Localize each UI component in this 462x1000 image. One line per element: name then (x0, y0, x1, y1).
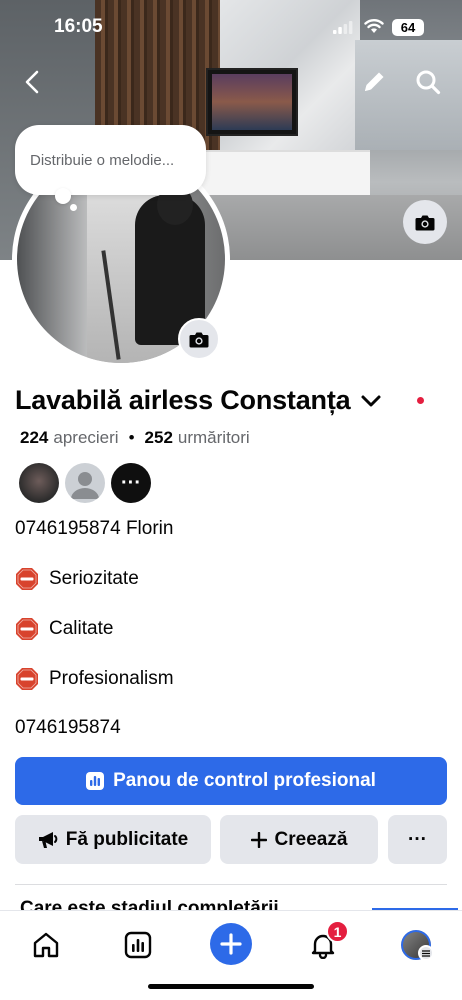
create-icon (220, 933, 242, 955)
note-bubble-tail-small (70, 204, 77, 211)
chevron-left-icon (25, 70, 39, 94)
follower-avatars[interactable]: ··· (19, 463, 151, 503)
back-button[interactable] (14, 62, 50, 102)
note-placeholder: Distribuie o melodie... (30, 151, 175, 169)
status-dot (417, 397, 424, 404)
stop-sign-icon (16, 618, 38, 640)
follower-avatar[interactable] (19, 463, 59, 503)
plus-icon (250, 831, 267, 848)
likes-count: 224 (20, 428, 49, 447)
note-bubble[interactable]: Distribuie o melodie... (15, 125, 206, 195)
bio-line: Seriozitate (15, 567, 139, 591)
menu-icon (418, 945, 434, 961)
nav-home[interactable] (26, 925, 66, 965)
stats-separator: • (128, 428, 135, 447)
search-icon (416, 70, 441, 95)
bio-line: 0746195874 (15, 717, 121, 739)
bio-line: Calitate (15, 617, 113, 641)
stop-sign-icon (16, 668, 38, 690)
bio-line: Profesionalism (15, 667, 174, 691)
bio-text: Seriozitate (49, 568, 139, 589)
more-followers-button[interactable]: ··· (111, 463, 151, 503)
followers-count: 252 (144, 428, 173, 447)
stop-sign-icon (16, 568, 38, 590)
create-label: Creează (274, 828, 348, 850)
page-title: Lavabilă airless Constanța (15, 385, 351, 415)
dashboard-icon (124, 931, 152, 959)
create-button[interactable]: Creează (220, 815, 378, 864)
dashboard-icon (86, 772, 105, 790)
battery-indicator: 64 (392, 19, 424, 36)
status-time: 16:05 (54, 16, 103, 37)
likes-label: aprecieri (53, 428, 119, 447)
camera-icon (415, 215, 435, 230)
wifi-icon (364, 19, 384, 33)
nav-dashboard[interactable] (118, 925, 158, 965)
pencil-icon (365, 72, 384, 91)
nav-create[interactable] (210, 923, 252, 965)
cover-tv (206, 68, 298, 136)
status-bar: 16:05 64 (0, 0, 462, 54)
section-divider (15, 884, 447, 885)
notification-badge: 1 (326, 920, 349, 943)
note-bubble-tail (55, 188, 71, 204)
megaphone-icon (38, 831, 58, 848)
edit-button[interactable] (356, 64, 392, 100)
followers-label: urmăritori (177, 428, 250, 447)
cellular-signal-icon (333, 21, 353, 34)
home-icon (33, 932, 59, 958)
follower-avatar-default[interactable] (65, 463, 105, 503)
home-indicator (148, 984, 314, 989)
more-options-button[interactable]: ··· (388, 815, 447, 864)
section-heading-peek: Care este stadiul completării (20, 898, 279, 910)
dashboard-label: Panou de control profesional (113, 770, 376, 791)
avatar-camera-button[interactable] (178, 318, 220, 360)
cover-camera-button[interactable] (403, 200, 447, 244)
search-button[interactable] (410, 64, 446, 100)
bio-text: Calitate (49, 618, 114, 639)
advertise-label: Fă publicitate (65, 828, 189, 850)
professional-dashboard-button[interactable]: Panou de control profesional (15, 757, 447, 805)
bio-text: Profesionalism (49, 668, 174, 689)
person-icon (71, 472, 99, 499)
camera-icon (189, 332, 209, 347)
page-name-row[interactable]: Lavabilă airless Constanța (15, 385, 382, 416)
bio-text: 0746195874 (15, 717, 121, 738)
bio-text: 0746195874 Florin (15, 518, 174, 539)
chevron-down-icon[interactable] (360, 394, 382, 408)
page-stats[interactable]: 224 aprecieri • 252 urmăritori (20, 428, 250, 448)
advertise-button[interactable]: Fă publicitate (15, 815, 211, 864)
more-options-label: ··· (408, 828, 427, 850)
bio-line: 0746195874 Florin (15, 518, 173, 540)
